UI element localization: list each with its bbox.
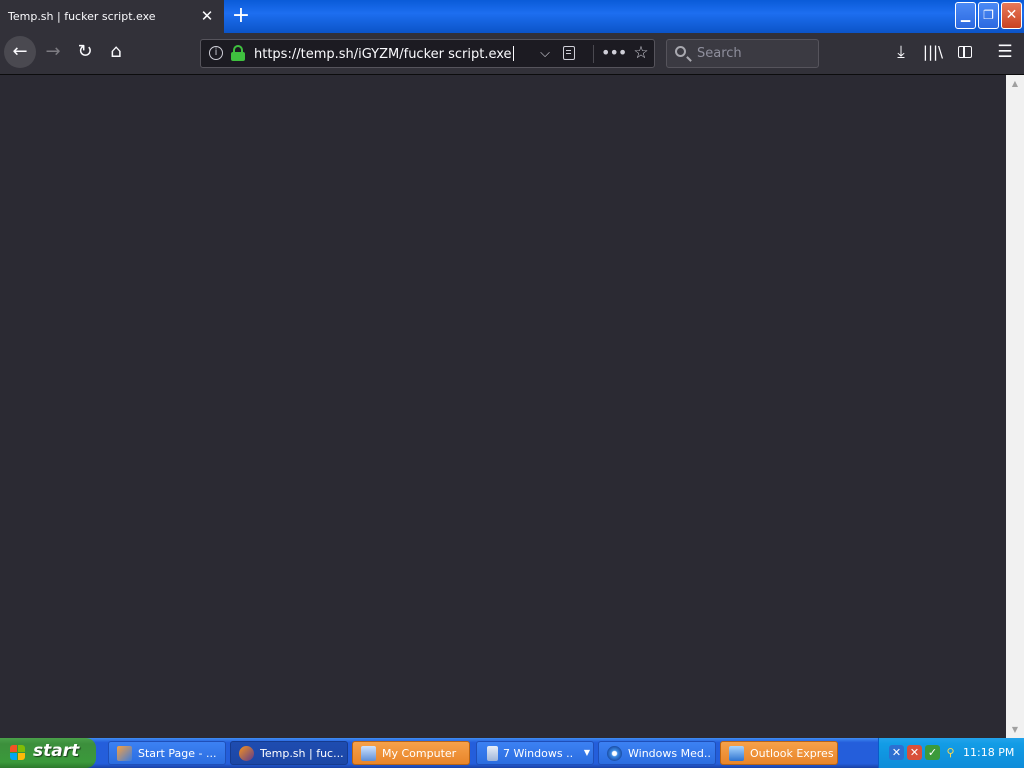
taskbar-item-label: Start Page - ... [138,747,217,760]
taskbar: start Start Page - ... Temp.sh | fuc... … [0,738,1024,768]
title-bar: Temp.sh | fucker script.exe ✕ + ▁ ❐ ✕ [0,0,1024,33]
tab-temp-sh[interactable]: Temp.sh | fucker script.exe ✕ [0,0,224,33]
close-window-button[interactable]: ✕ [1001,2,1022,29]
bookmark-star-icon[interactable]: ☆ [629,42,653,64]
search-icon [675,46,686,57]
url-bar[interactable]: i https://temp.sh/iGYZM/fucker script.ex… [200,39,655,68]
clock: 11:18 PM [963,746,1015,759]
windows-logo-icon [10,745,26,761]
chevron-down-icon: ▼ [583,748,590,757]
taskbar-item-label: My Computer [382,747,457,760]
vertical-scrollbar[interactable]: ▲ ▼ [1006,75,1024,738]
taskbar-item-label: Outlook Express [750,747,834,760]
taskbar-item-label: 7 Windows ... [503,747,573,760]
scroll-down-icon[interactable]: ▼ [1006,721,1024,738]
outlook-express-icon [729,746,744,761]
taskbar-item-windows-explorer[interactable]: 7 Windows ... ▼ [476,741,594,765]
taskbar-item-temp-sh[interactable]: Temp.sh | fuc... [230,741,348,765]
minimize-button[interactable]: ▁ [955,2,976,29]
url-dropdown-icon[interactable]: ⌵ [535,44,555,64]
secure-lock-icon[interactable] [231,45,245,61]
windows-explorer-icon [487,746,498,761]
start-label: start [33,741,80,761]
taskbar-item-start-page[interactable]: Start Page - ... [108,741,226,765]
taskbar-item-outlook-express[interactable]: Outlook Express [720,741,838,765]
update-icon[interactable]: ✓ [925,745,940,760]
start-button[interactable]: start [0,738,96,768]
windows-media-player-icon [607,746,622,761]
url-bar-separator [593,45,594,63]
taskbar-item-my-computer[interactable]: My Computer [352,741,470,765]
scroll-up-icon[interactable]: ▲ [1006,75,1024,92]
taskbar-item-label: Temp.sh | fuc... [260,747,344,760]
taskbar-item-label: Windows Med... [628,747,712,760]
reload-button[interactable]: ↻ [70,37,100,67]
navigation-toolbar: ← → ↻ ⌂ i https://temp.sh/iGYZM/fucker s… [0,33,1024,75]
search-box[interactable] [666,39,819,68]
forward-button[interactable]: → [38,37,68,67]
my-computer-icon [361,746,376,761]
downloads-icon[interactable]: ⤓ [886,37,916,67]
search-icon[interactable]: ⚲ [943,745,958,760]
back-button[interactable]: ← [4,36,36,68]
page-content [0,75,1006,738]
restore-button[interactable]: ❐ [978,2,999,29]
new-tab-button[interactable]: + [230,4,252,28]
url-input[interactable]: https://temp.sh/iGYZM/fucker script.exe [254,46,514,62]
reader-view-icon[interactable] [563,46,575,60]
taskbar-item-windows-media-player[interactable]: Windows Med... [598,741,716,765]
close-tab-icon[interactable]: ✕ [200,8,214,24]
firefox-icon [239,746,254,761]
library-icon[interactable]: |||\ [918,37,948,67]
search-input[interactable] [697,45,812,62]
security-alert-icon[interactable]: ✕ [907,745,922,760]
start-page-icon [117,746,132,761]
network-icon[interactable]: ✕ [889,745,904,760]
page-actions-icon[interactable]: ••• [601,42,627,64]
site-info-icon[interactable]: i [209,46,223,60]
home-button[interactable]: ⌂ [101,37,131,67]
hamburger-menu-icon[interactable]: ☰ [990,37,1020,67]
sidebar-toggle-icon[interactable] [950,37,980,67]
tab-title: Temp.sh | fucker script.exe [8,10,156,23]
